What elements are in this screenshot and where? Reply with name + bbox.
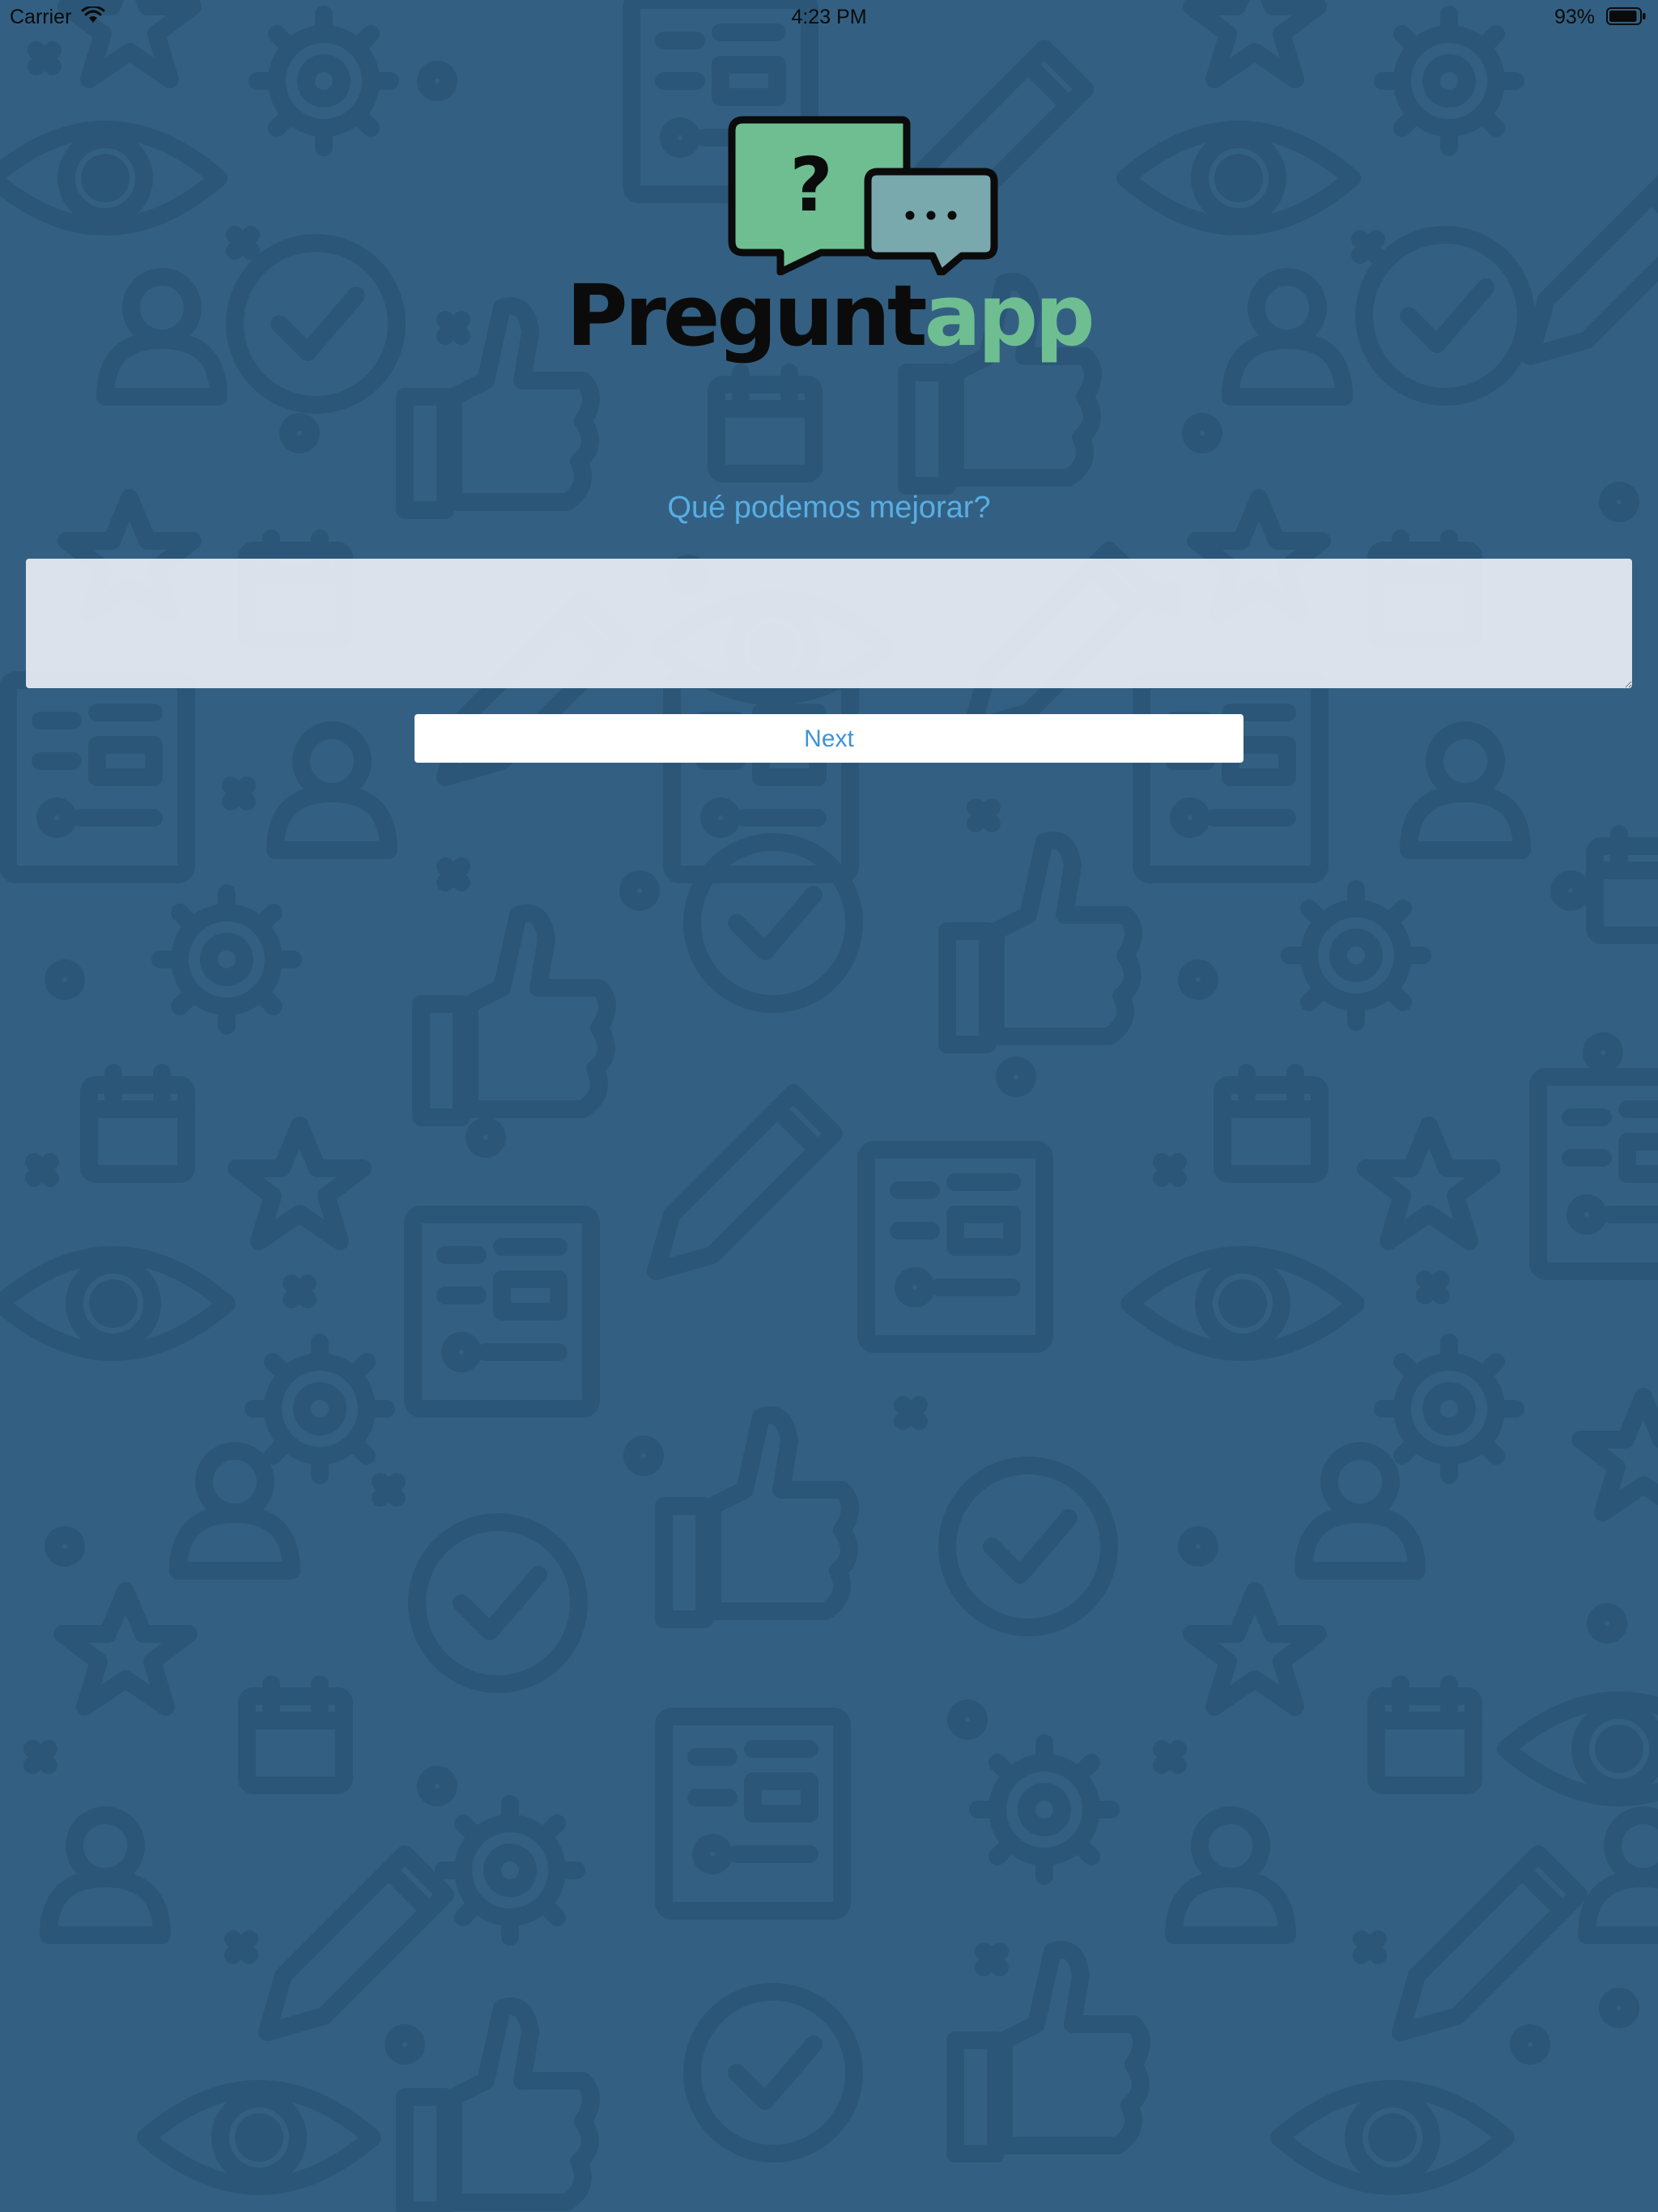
battery-icon [1606, 7, 1647, 25]
app-logo: ? Preguntapp [0, 105, 1658, 381]
svg-text:?: ? [789, 142, 832, 228]
question-label: Qué podemos mejorar? [667, 491, 991, 525]
battery-percent: 93% [1554, 6, 1595, 28]
answer-input[interactable] [26, 559, 1632, 688]
status-time: 4:23 PM [791, 6, 867, 28]
wordmark-dark: Pregunt [566, 266, 927, 365]
app-wordmark: Preguntapp [0, 267, 1658, 364]
chat-bubbles-logo-icon: ? [728, 116, 998, 275]
wordmark-green: app [924, 266, 1095, 365]
status-bar: Carrier 4:23 PM 93% [0, 0, 1658, 34]
next-button[interactable]: Next [414, 714, 1244, 763]
